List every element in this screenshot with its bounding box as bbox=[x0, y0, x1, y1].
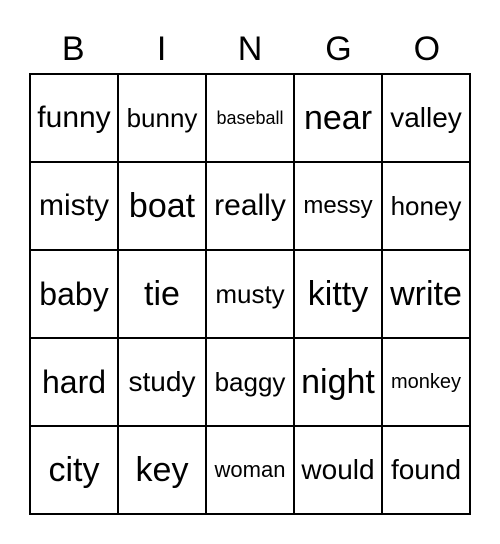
bingo-cell[interactable]: study bbox=[118, 338, 206, 426]
bingo-cell[interactable]: baseball bbox=[206, 74, 294, 162]
bingo-cell[interactable]: really bbox=[206, 162, 294, 250]
bingo-cell[interactable]: night bbox=[294, 338, 382, 426]
bingo-cell[interactable]: found bbox=[382, 426, 470, 514]
bingo-header: BINGO bbox=[29, 26, 471, 72]
bingo-cell[interactable]: write bbox=[382, 250, 470, 338]
bingo-cell[interactable]: near bbox=[294, 74, 382, 162]
bingo-cell[interactable]: messy bbox=[294, 162, 382, 250]
bingo-cell[interactable]: baggy bbox=[206, 338, 294, 426]
bingo-cell[interactable]: misty bbox=[30, 162, 118, 250]
bingo-cell[interactable]: baby bbox=[30, 250, 118, 338]
header-letter-b: B bbox=[61, 30, 85, 68]
bingo-cell[interactable]: honey bbox=[382, 162, 470, 250]
header-letter-n: N bbox=[237, 30, 263, 68]
bingo-cell[interactable]: hard bbox=[30, 338, 118, 426]
bingo-cell[interactable]: would bbox=[294, 426, 382, 514]
bingo-cell[interactable]: key bbox=[118, 426, 206, 514]
header-letter-o: O bbox=[413, 30, 441, 68]
bingo-cell[interactable]: woman bbox=[206, 426, 294, 514]
bingo-cell[interactable]: musty bbox=[206, 250, 294, 338]
header-letter-g: G bbox=[325, 30, 352, 68]
bingo-grid: funny bunny baseball near valley misty boat rea… bbox=[29, 73, 471, 515]
bingo-cell[interactable]: boat bbox=[118, 162, 206, 250]
bingo-cell[interactable]: tie bbox=[118, 250, 206, 338]
header-letter-i: I bbox=[156, 30, 167, 68]
bingo-cell[interactable]: funny bbox=[30, 74, 118, 162]
bingo-cell[interactable]: city bbox=[30, 426, 118, 514]
bingo-cell[interactable]: monkey bbox=[382, 338, 470, 426]
bingo-cell[interactable]: bunny bbox=[118, 74, 206, 162]
bingo-cell[interactable]: kitty bbox=[294, 250, 382, 338]
bingo-cell[interactable]: valley bbox=[382, 74, 470, 162]
